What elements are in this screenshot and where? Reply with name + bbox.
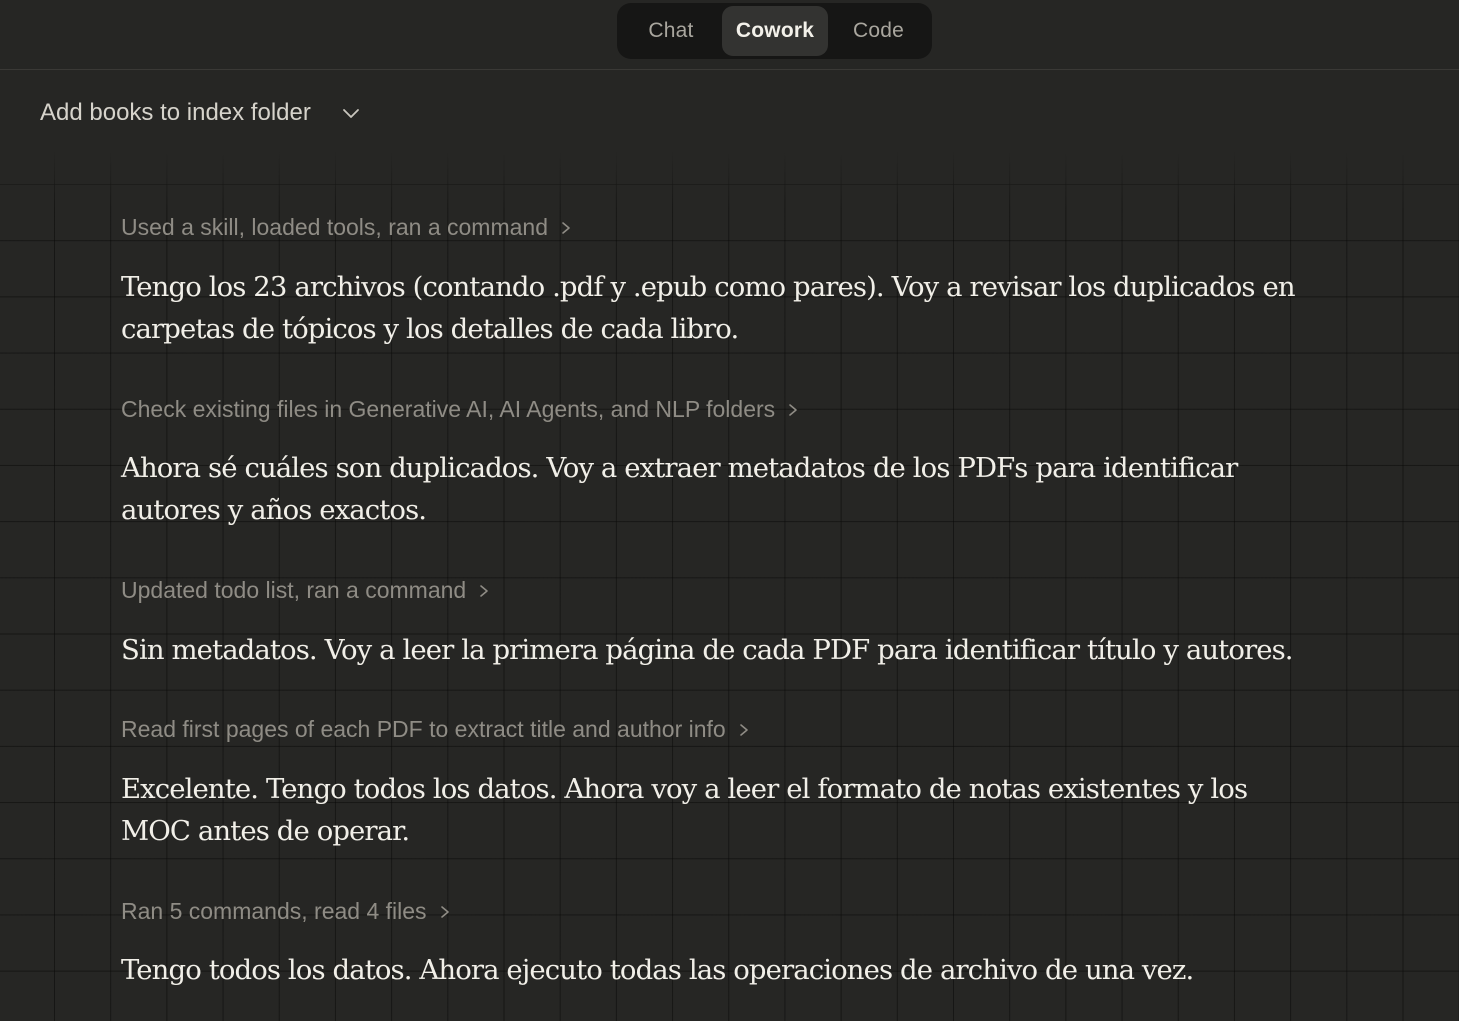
chevron-right-icon xyxy=(439,904,451,920)
chevron-right-icon xyxy=(478,583,490,599)
assistant-message: Tengo los 23 archivos (contando .pdf y .… xyxy=(121,271,1296,345)
tool-step-label: Check existing files in Generative AI, A… xyxy=(121,396,776,422)
tab-cowork[interactable]: Cowork xyxy=(722,6,828,56)
top-bar: Chat Cowork Code xyxy=(0,0,1459,70)
tool-step-label: Updated todo list, ran a command xyxy=(121,577,467,603)
transcript-area: Used a skill, loaded tools, ran a comman… xyxy=(0,150,1459,1021)
tool-step-summary[interactable]: Updated todo list, ran a command xyxy=(121,577,490,604)
chevron-down-icon xyxy=(341,103,361,123)
chevron-right-icon xyxy=(560,220,572,236)
tab-chat[interactable]: Chat xyxy=(620,6,722,56)
assistant-message: Sin metadatos. Voy a leer la primera pág… xyxy=(121,634,1294,666)
assistant-message: Tengo todos los datos. Ahora ejecuto tod… xyxy=(121,954,1194,986)
chevron-right-icon xyxy=(787,402,799,418)
conversation-title-dropdown[interactable]: Add books to index folder xyxy=(40,92,361,134)
tool-step-label: Read first pages of each PDF to extract … xyxy=(121,716,726,742)
tool-step-summary[interactable]: Read first pages of each PDF to extract … xyxy=(121,716,750,743)
tool-step-summary[interactable]: Check existing files in Generative AI, A… xyxy=(121,396,799,423)
assistant-message: Ahora sé cuáles son duplicados. Voy a ex… xyxy=(121,452,1238,526)
chevron-right-icon xyxy=(738,722,750,738)
tool-step-summary[interactable]: Used a skill, loaded tools, ran a comman… xyxy=(121,214,572,241)
tab-code[interactable]: Code xyxy=(828,6,929,56)
tool-step-summary[interactable]: Ran 5 commands, read 4 files xyxy=(121,898,451,925)
tool-step-label: Used a skill, loaded tools, ran a comman… xyxy=(121,214,548,240)
assistant-message: Excelente. Tengo todos los datos. Ahora … xyxy=(121,773,1248,847)
mode-switch: Chat Cowork Code xyxy=(617,3,932,59)
tool-step-label: Ran 5 commands, read 4 files xyxy=(121,898,427,924)
page-title: Add books to index folder xyxy=(40,99,311,126)
